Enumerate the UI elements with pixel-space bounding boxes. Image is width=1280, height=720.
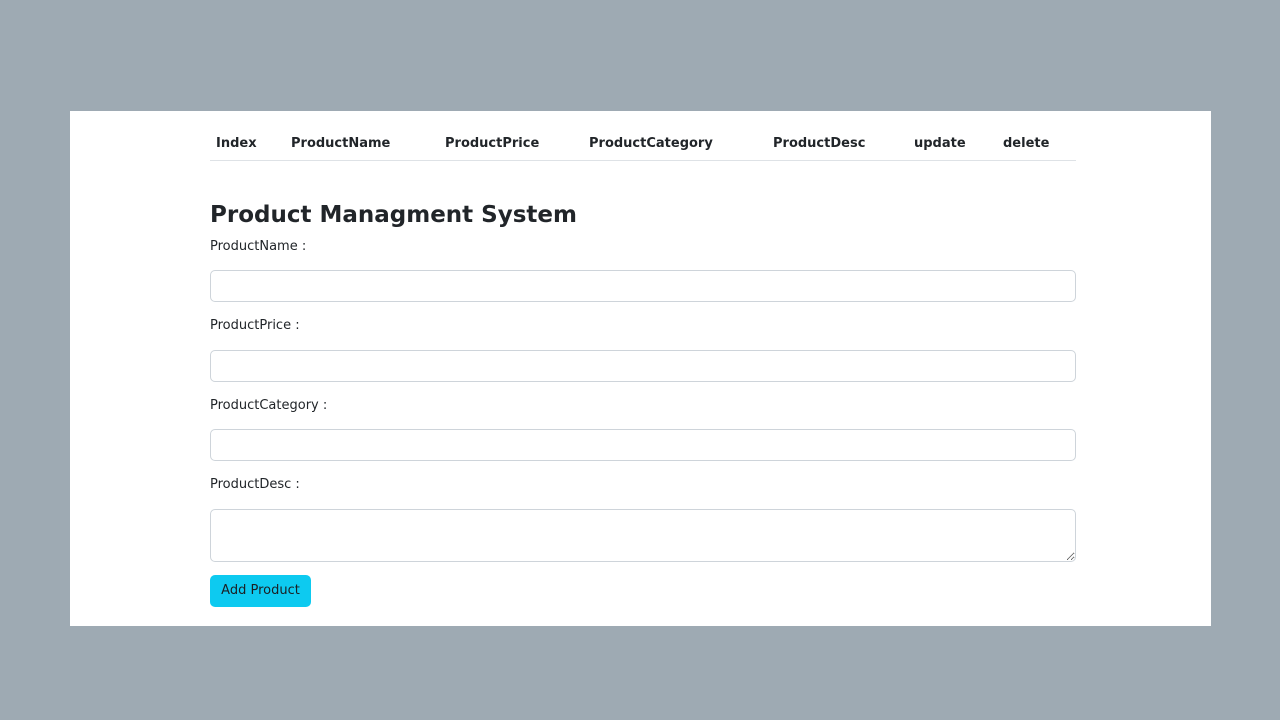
column-header-product-category: ProductCategory (589, 136, 713, 151)
column-header-product-desc: ProductDesc (773, 136, 866, 151)
product-table-header: Index ProductName ProductPrice ProductCa… (210, 133, 1076, 161)
product-name-label: ProductName : (210, 239, 307, 254)
column-header-delete: delete (1003, 136, 1050, 151)
product-card: Index ProductName ProductPrice ProductCa… (70, 111, 1211, 626)
add-product-button[interactable]: Add Product (210, 575, 311, 607)
column-header-product-name: ProductName (291, 136, 391, 151)
column-header-index: Index (216, 136, 257, 151)
column-header-product-price: ProductPrice (445, 136, 540, 151)
product-desc-label: ProductDesc : (210, 477, 300, 492)
product-category-label: ProductCategory : (210, 398, 328, 413)
product-price-label: ProductPrice : (210, 318, 300, 333)
product-price-input[interactable] (210, 350, 1076, 382)
product-category-input[interactable] (210, 429, 1076, 461)
page-title: Product Managment System (210, 202, 577, 228)
product-name-input[interactable] (210, 270, 1076, 302)
column-header-update: update (914, 136, 966, 151)
product-desc-textarea[interactable] (210, 509, 1076, 562)
